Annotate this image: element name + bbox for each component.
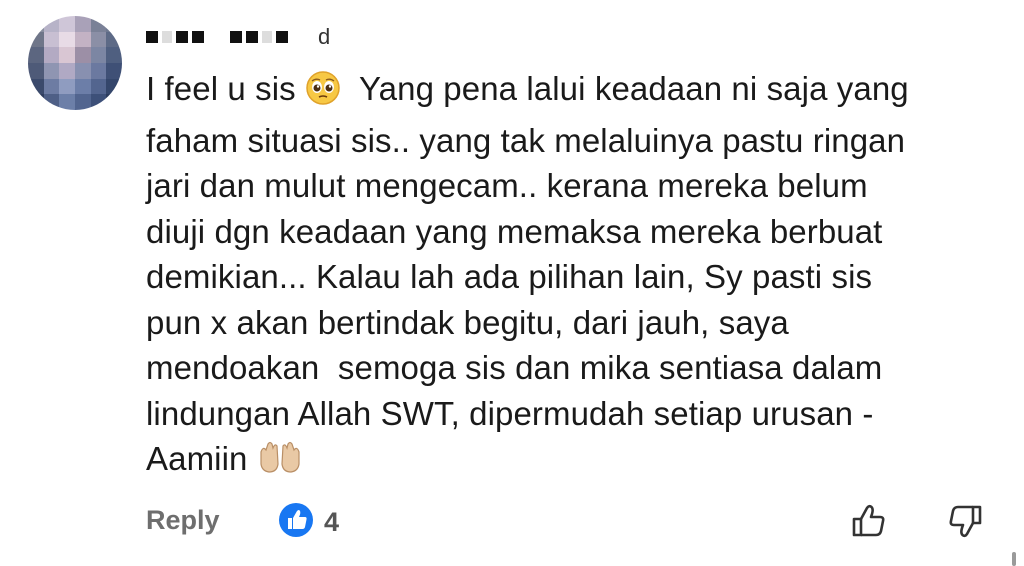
comment-text: Yang pena lalui keadaan ni saja yang — [359, 70, 909, 107]
thumbs-up-icon — [278, 502, 314, 543]
comment-line: pun x akan bertindak begitu, dari jauh, … — [146, 303, 789, 341]
comment-line: diuji dgn keadaan yang memaksa mereka be… — [146, 212, 883, 250]
redaction-block — [176, 31, 188, 43]
comment-line: jari dan mulut mengecam.. kerana mereka … — [146, 167, 868, 204]
like-count: 4 — [324, 507, 340, 537]
thumb-down-outline-icon[interactable] — [944, 500, 986, 547]
redaction-block — [146, 31, 158, 43]
author-name[interactable]: d — [146, 22, 330, 52]
open-hands-emoji — [257, 440, 303, 488]
comment-actions: Reply 4 — [0, 500, 1024, 550]
reply-button[interactable]: Reply — [146, 505, 220, 536]
comment-line: I feel u sis Yang pena lalui keadaan ni … — [146, 66, 1006, 118]
redaction-block — [162, 31, 172, 43]
redaction-block — [192, 31, 204, 43]
comment-body: I feel u sis Yang pena lalui keadaan ni … — [146, 66, 1006, 488]
scrollbar[interactable] — [1012, 552, 1016, 566]
avatar[interactable] — [28, 16, 122, 110]
redaction-block — [262, 31, 272, 43]
pleading-face-emoji — [305, 70, 341, 118]
comment-line: faham situasi sis.. yang tak melaluinya … — [146, 121, 906, 159]
redaction-block — [230, 31, 242, 43]
redaction-block — [246, 31, 258, 43]
comment-text: I feel u sis — [146, 70, 296, 107]
comment-line: lindungan Allah SWT, dipermudah setiap u… — [146, 394, 874, 432]
comment-line: demikian... Kalau lah ada pilihan lain, … — [146, 258, 873, 295]
author-name-suffix: d — [318, 24, 331, 49]
comment-text: Aamiin — [146, 440, 248, 477]
comment-line: mendoakan semoga sis dan mika sentiasa d… — [146, 349, 883, 386]
thumb-up-outline-icon[interactable] — [848, 500, 890, 547]
like-reactions[interactable]: 4 — [278, 502, 339, 543]
comment-line: Aamiin — [146, 436, 1006, 488]
redaction-block — [276, 31, 288, 43]
